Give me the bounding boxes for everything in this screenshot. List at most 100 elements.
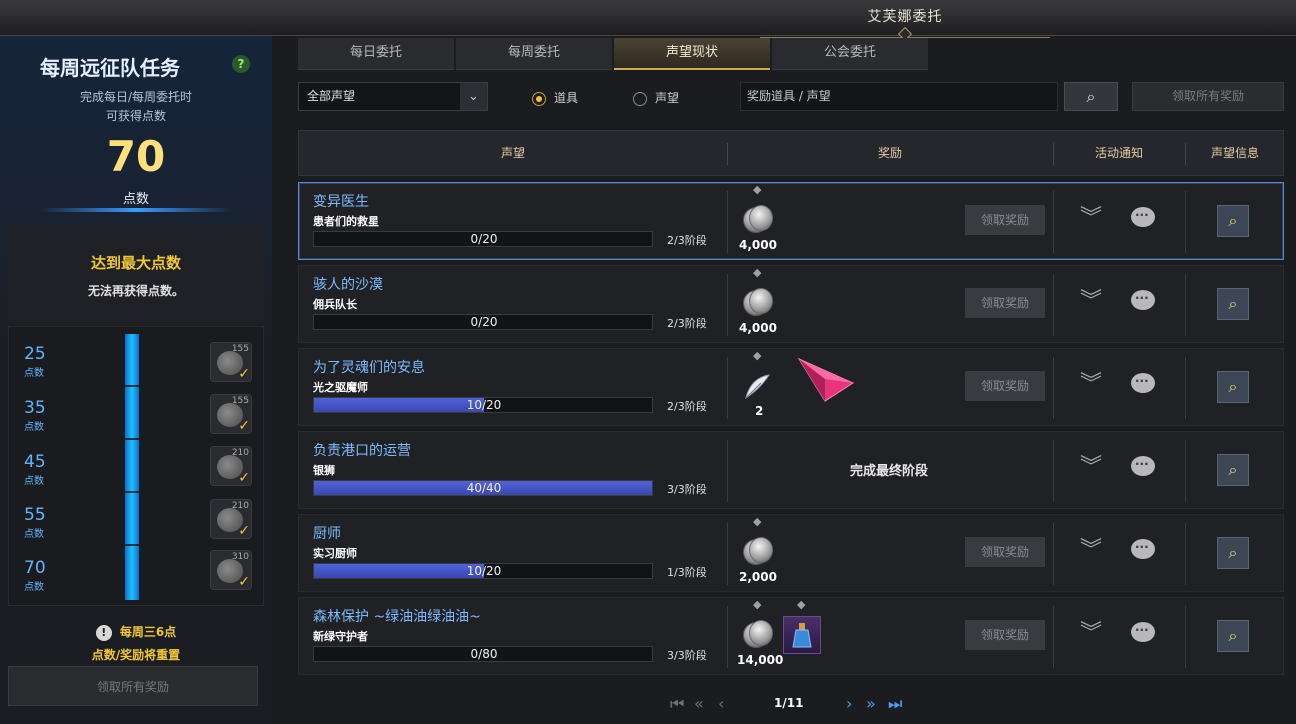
column-divider xyxy=(727,357,728,419)
tier-unit: 点数 xyxy=(24,476,44,487)
double-chevron-down-icon[interactable]: ︾ xyxy=(1077,371,1105,399)
reward-amount: 14,000 xyxy=(737,653,784,667)
magnifier-icon[interactable]: ⌕ xyxy=(1217,620,1249,652)
reputation-title: 光之驱魔师 xyxy=(313,381,368,394)
claim-reward-button[interactable]: 领取奖励 xyxy=(965,537,1045,567)
table-row[interactable]: 森林保护 ~绿油油绿油油~ 新绿守护者 0/80 3/3阶段 ◆ 14,000 … xyxy=(298,597,1284,675)
magnifier-icon[interactable]: ⌕ xyxy=(1217,288,1249,320)
silver-coin-icon[interactable] xyxy=(743,288,773,318)
claim-reward-button[interactable]: 领取奖励 xyxy=(965,371,1045,401)
chat-bubble-icon[interactable] xyxy=(1131,288,1155,310)
progress-text: 40/40 xyxy=(466,481,502,495)
header-event-notice: 活动通知 xyxy=(1094,146,1143,160)
tab-guild[interactable]: 公会委托 xyxy=(772,38,928,70)
magnifier-icon[interactable]: ⌕ xyxy=(1217,454,1249,486)
help-icon[interactable]: ? xyxy=(232,55,250,73)
tier-points: 70 xyxy=(24,558,46,578)
table-row[interactable]: 骇人的沙漠 佣兵队长 0/20 2/3阶段 ◆ 4,000 领取奖励 ︾ ⌕ xyxy=(298,265,1284,343)
panel-subtitle-line1: 完成每日/每周委托时 xyxy=(79,90,193,104)
search-icon: ⌕ xyxy=(1086,87,1096,106)
search-input[interactable]: 奖励道具 / 声望 xyxy=(740,82,1058,111)
final-stage-complete-text: 完成最终阶段 xyxy=(849,464,928,479)
tier-unit: 点数 xyxy=(24,368,44,379)
reputation-title: 患者们的救星 xyxy=(313,215,379,228)
tier-unit: 点数 xyxy=(24,422,44,433)
double-chevron-down-icon[interactable]: ︾ xyxy=(1077,288,1105,316)
reputation-title: 佣兵队长 xyxy=(313,298,357,311)
radio-reputation[interactable]: 声望 xyxy=(633,89,679,106)
silver-coin-icon[interactable] xyxy=(743,205,773,235)
silver-coin-icon[interactable] xyxy=(743,620,773,650)
column-divider xyxy=(1185,523,1186,585)
chevron-down-icon[interactable]: ⌄ xyxy=(460,83,487,110)
chat-bubble-icon[interactable] xyxy=(1131,620,1155,642)
tab-daily[interactable]: 每日委托 xyxy=(298,38,454,70)
table-row[interactable]: 为了灵魂们的安息 光之驱魔师 10/20 2/3阶段 ◆ 2 领取奖励 ︾ ⌕ xyxy=(298,348,1284,426)
header-rep-info: 声望信息 xyxy=(1210,146,1259,160)
tier-reward-slot[interactable]: 210 ✓ xyxy=(210,499,252,539)
radio-items[interactable]: 道具 xyxy=(532,89,578,106)
silver-coin-icon[interactable] xyxy=(743,537,773,567)
prev-ten-pages-icon[interactable]: « xyxy=(694,694,704,713)
double-chevron-down-icon[interactable]: ︾ xyxy=(1077,620,1105,648)
tier-reward-amount: 210 xyxy=(231,448,249,458)
claim-reward-button[interactable]: 领取奖励 xyxy=(965,205,1045,235)
stage-text: 1/3阶段 xyxy=(667,566,707,579)
tier-reward-slot[interactable]: 310 ✓ xyxy=(210,550,252,590)
check-icon: ✓ xyxy=(238,366,250,382)
reputation-name: 负责港口的运营 xyxy=(313,443,411,459)
double-chevron-down-icon[interactable]: ︾ xyxy=(1077,537,1105,565)
chat-bubble-icon[interactable] xyxy=(1131,537,1155,559)
magnifier-icon[interactable]: ⌕ xyxy=(1217,371,1249,403)
first-page-icon[interactable]: ⏮ xyxy=(670,694,684,714)
reward-marker-icon: ◆ xyxy=(753,349,762,362)
reputation-progress-bar: 0/20 xyxy=(313,314,653,330)
last-page-icon[interactable]: ⏭ xyxy=(888,694,902,714)
magnifier-icon[interactable]: ⌕ xyxy=(1217,537,1249,569)
claim-reward-button[interactable]: 领取奖励 xyxy=(965,288,1045,318)
tab-reputation-status[interactable]: 声望现状 xyxy=(614,38,770,70)
stage-text: 2/3阶段 xyxy=(667,317,707,330)
table-row[interactable]: 负责港口的运营 银狮 40/40 3/3阶段 完成最终阶段 ︾ ⌕ xyxy=(298,431,1284,509)
gem-icon[interactable] xyxy=(795,355,855,405)
header-reputation: 声望 xyxy=(500,146,525,160)
tier-reward-slot[interactable]: 210 ✓ xyxy=(210,446,252,486)
tier-reward-slot[interactable]: 155 ✓ xyxy=(210,342,252,382)
reset-notice: ! 每周三6点 xyxy=(0,623,272,641)
double-chevron-down-icon[interactable]: ︾ xyxy=(1077,205,1105,233)
table-row[interactable]: 变异医生 患者们的救星 0/20 2/3阶段 ◆ 4,000 领取奖励 ︾ ⌕ xyxy=(298,182,1284,260)
prev-page-icon[interactable]: ‹ xyxy=(718,694,724,713)
tab-weekly[interactable]: 每周委托 xyxy=(456,38,612,70)
progress-text: 0/20 xyxy=(470,315,498,329)
feather-icon[interactable] xyxy=(743,373,773,401)
chat-bubble-icon[interactable] xyxy=(1131,205,1155,227)
column-divider xyxy=(1185,357,1186,419)
next-ten-pages-icon[interactable]: » xyxy=(866,694,876,713)
claim-reward-button[interactable]: 领取奖励 xyxy=(965,620,1045,650)
reputation-name: 森林保护 ~绿油油绿油油~ xyxy=(313,609,481,625)
info-icon: ! xyxy=(95,625,112,641)
reputation-title: 实习厨师 xyxy=(313,547,357,560)
magnifier-icon[interactable]: ⌕ xyxy=(1217,205,1249,237)
reputation-filter-select[interactable]: 全部声望 ⌄ xyxy=(298,82,488,111)
potion-icon[interactable] xyxy=(783,616,821,654)
column-divider xyxy=(727,606,728,668)
tier-progress-bar xyxy=(125,334,139,600)
tier-reward-slot[interactable]: 155 ✓ xyxy=(210,394,252,434)
search-button[interactable]: ⌕ xyxy=(1064,82,1118,111)
chat-bubble-icon[interactable] xyxy=(1131,454,1155,476)
claim-all-button[interactable]: 领取所有奖励 xyxy=(1132,82,1284,111)
claim-all-rewards-button[interactable]: 领取所有奖励 xyxy=(8,666,258,706)
radio-unselected-icon xyxy=(633,91,647,106)
tier-points: 55 xyxy=(24,505,46,525)
chat-bubble-icon[interactable] xyxy=(1131,371,1155,393)
max-points-box xyxy=(8,224,264,324)
next-page-icon[interactable]: › xyxy=(846,694,852,713)
reputation-name: 厨师 xyxy=(313,526,341,542)
column-divider xyxy=(1185,440,1186,502)
double-chevron-down-icon[interactable]: ︾ xyxy=(1077,454,1105,482)
stage-text: 2/3阶段 xyxy=(667,400,707,413)
table-row[interactable]: 厨师 实习厨师 10/20 1/3阶段 ◆ 2,000 领取奖励 ︾ ⌕ xyxy=(298,514,1284,592)
stage-text: 3/3阶段 xyxy=(667,649,707,662)
column-divider xyxy=(1053,191,1054,253)
